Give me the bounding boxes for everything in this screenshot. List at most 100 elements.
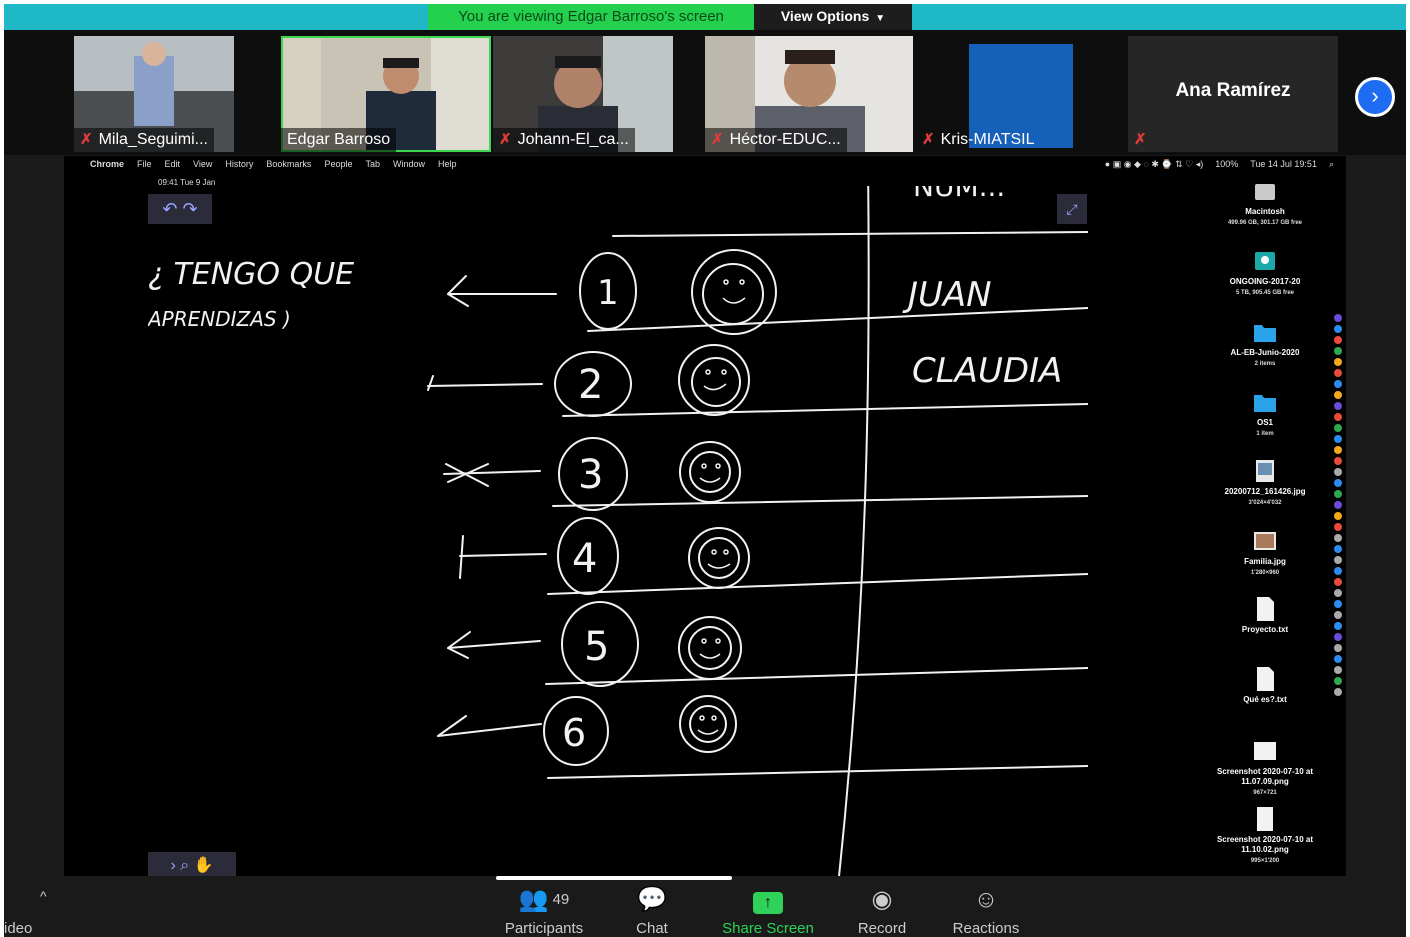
desktop-icon-folder-os1[interactable]: OS1 1 item bbox=[1210, 389, 1320, 439]
mac-menu-bar: Chrome File Edit View History Bookmarks … bbox=[64, 156, 1346, 172]
image-file-icon bbox=[1257, 807, 1273, 831]
participant-name-bar: Edgar Barroso bbox=[281, 128, 397, 152]
desktop-icon-label: Familia.jpg bbox=[1244, 557, 1286, 566]
desktop-icon-info: 1 item bbox=[1256, 431, 1274, 437]
menu-item[interactable]: View bbox=[193, 156, 212, 172]
search-icon[interactable]: ⌕ bbox=[1329, 156, 1334, 172]
desktop-icon-info: 967×721 bbox=[1253, 790, 1277, 796]
chevron-up-icon[interactable]: ^ bbox=[40, 888, 47, 904]
image-file-icon bbox=[1254, 532, 1276, 550]
handwriting-number: 1 bbox=[597, 273, 619, 313]
handwriting-name-claudia: CLAUDIA bbox=[912, 351, 1062, 391]
handwriting-number: 4 bbox=[572, 536, 597, 582]
desktop-icon-info: 995×1'200 bbox=[1250, 858, 1280, 864]
desktop-icon-label: Screenshot 2020-07-10 at 11.07.09.png bbox=[1216, 767, 1314, 786]
mic-muted-icon: ✗ bbox=[711, 131, 724, 148]
reactions-button[interactable]: ☺ Reactions bbox=[948, 886, 1024, 937]
video-tile-johann[interactable]: ✗ Johann-El_ca... bbox=[493, 36, 673, 152]
desktop-icon-proyecto[interactable]: Proyecto.txt bbox=[1210, 596, 1320, 635]
share-screen-label: Share Screen bbox=[722, 920, 814, 937]
video-tile-kris[interactable]: ✗ Kris-MIATSIL bbox=[916, 36, 1126, 152]
desktop-icon-label: 20200712_161426.jpg bbox=[1224, 487, 1306, 496]
text-file-icon bbox=[1257, 597, 1274, 621]
desktop-icon-screenshot-1[interactable]: Screenshot 2020-07-10 at 11.07.09.png 967… bbox=[1210, 738, 1320, 798]
participant-name: Johann-El_ca... bbox=[517, 131, 629, 148]
handwriting-number: 2 bbox=[578, 362, 603, 408]
mic-muted-icon: ✗ bbox=[80, 131, 93, 148]
handwriting-name-juan: JUAN bbox=[902, 275, 992, 315]
desktop-icon-info: 1'280×960 bbox=[1250, 570, 1280, 576]
handwriting-number: 6 bbox=[562, 711, 586, 755]
folder-icon bbox=[1254, 325, 1276, 342]
desktop-icon-folder-al-eb[interactable]: AL-EB-Junio-2020 2 items bbox=[1210, 319, 1320, 369]
folder-icon bbox=[1254, 395, 1276, 412]
mac-status-area: ● ▣ ◉ ◆ ◌ ✱ ⌚ ⇅ ♡ ◂) 100% Tue 14 Jul 19:… bbox=[1105, 156, 1334, 172]
desktop-icon-info: 3'024×4'032 bbox=[1248, 500, 1282, 506]
desktop-icon-label: OS1 bbox=[1256, 418, 1273, 427]
participant-name-bar: ✗ Kris-MIATSIL bbox=[916, 128, 1041, 152]
reactions-label: Reactions bbox=[952, 920, 1020, 937]
shared-screen: Chrome File Edit View History Bookmarks … bbox=[64, 156, 1346, 876]
menu-item[interactable]: Window bbox=[393, 156, 425, 172]
record-label: Record bbox=[857, 920, 907, 937]
menu-item[interactable]: File bbox=[137, 156, 152, 172]
image-file-icon bbox=[1256, 460, 1274, 482]
mic-muted-icon: ✗ bbox=[1134, 131, 1147, 148]
desktop-icon-ongoing[interactable]: ONGOING-2017-20 5 TB, 905.45 GB free bbox=[1210, 248, 1320, 298]
next-page-button[interactable]: › bbox=[1355, 77, 1395, 117]
share-screen-button[interactable]: ↑ Share Screen bbox=[716, 886, 820, 937]
menu-item[interactable]: Bookmarks bbox=[266, 156, 311, 172]
desktop-icon-jpg[interactable]: 20200712_161426.jpg 3'024×4'032 bbox=[1210, 458, 1320, 508]
clock: Tue 14 Jul 19:51 bbox=[1250, 159, 1317, 169]
desktop-icon-label: Qué es?.txt bbox=[1243, 695, 1287, 704]
desktop-icon-info: 5 TB, 905.45 GB free bbox=[1235, 290, 1295, 296]
desktop-icon-label: AL-EB-Junio-2020 bbox=[1230, 348, 1300, 357]
handwriting-layer: ¿ TENGO QUE APRENDIZAS ) NUM... JUAN CLA… bbox=[148, 186, 1088, 876]
participant-name-bar: ✗ Mila_Seguimi... bbox=[74, 128, 214, 152]
video-tile-ana[interactable]: Ana Ramírez ✗ bbox=[1128, 36, 1338, 152]
participants-icon: 👥 49 bbox=[518, 886, 570, 913]
menu-item[interactable]: Chrome bbox=[90, 156, 124, 172]
record-icon: ◉ bbox=[871, 886, 893, 913]
text-file-icon bbox=[1257, 667, 1274, 691]
handwriting-number: 5 bbox=[584, 624, 609, 670]
participant-name: Ana Ramírez bbox=[1175, 80, 1291, 101]
video-tile-hector[interactable]: ✗ Héctor-EDUC... bbox=[705, 36, 913, 152]
chat-button[interactable]: 💬 Chat bbox=[624, 886, 680, 937]
video-tile-mila[interactable]: ✗ Mila_Seguimi... bbox=[74, 36, 234, 152]
video-tile-edgar[interactable]: Edgar Barroso bbox=[281, 36, 491, 152]
whiteboard[interactable]: ↶ ↷ ⤢ › ⌕ ✋ ¿ TENGO QUE APRENDIZAS) NUM… bbox=[148, 186, 1088, 876]
participant-strip: ✗ Mila_Seguimi... Edgar Barroso ✗ Johann-E… bbox=[4, 30, 1406, 155]
top-banner: You are viewing Edgar Barroso's screen V… bbox=[4, 4, 1406, 30]
record-button[interactable]: ◉ Record bbox=[850, 886, 914, 937]
menu-item[interactable]: Tab bbox=[365, 156, 380, 172]
menu-item[interactable]: History bbox=[225, 156, 253, 172]
menu-item[interactable]: People bbox=[324, 156, 352, 172]
participants-label: Participants bbox=[504, 920, 584, 937]
desktop-icon-label: Screenshot 2020-07-10 at 11.10.02.png bbox=[1216, 835, 1314, 854]
zoom-level: 100% bbox=[1215, 159, 1239, 169]
share-screen-icon: ↑ bbox=[716, 886, 820, 914]
chat-label: Chat bbox=[636, 920, 668, 937]
mac-dock[interactable] bbox=[1332, 311, 1344, 731]
image-file-icon bbox=[1254, 742, 1276, 760]
chevron-down-icon: ▼ bbox=[875, 13, 886, 24]
menu-item[interactable]: Help bbox=[438, 156, 457, 172]
handwriting-question-1: ¿ TENGO QUE bbox=[148, 257, 354, 292]
participants-button[interactable]: 👥 49 Participants bbox=[496, 886, 592, 937]
desktop-icon-que-es[interactable]: Qué es?.txt bbox=[1210, 666, 1320, 705]
participant-name: Héctor-EDUC... bbox=[729, 131, 841, 148]
desktop-icon-familia[interactable]: Familia.jpg 1'280×960 bbox=[1210, 528, 1320, 578]
desktop-icon-macintosh[interactable]: Macintosh 499.96 GB, 301.17 GB free bbox=[1210, 178, 1320, 228]
view-options-button[interactable]: View Options ▼ bbox=[754, 4, 912, 30]
participant-name: Edgar Barroso bbox=[287, 131, 391, 148]
menu-item[interactable]: Edit bbox=[165, 156, 181, 172]
chevron-right-icon: › bbox=[1371, 83, 1379, 108]
handwriting-number: 3 bbox=[578, 452, 603, 498]
desktop-icon-screenshot-2[interactable]: Screenshot 2020-07-10 at 11.10.02.png 995… bbox=[1210, 806, 1320, 866]
video-label[interactable]: ideo bbox=[4, 920, 32, 937]
chat-icon: 💬 bbox=[637, 886, 667, 913]
scrollbar[interactable] bbox=[496, 876, 732, 880]
desktop-icon-info: 2 items bbox=[1254, 361, 1276, 367]
view-options-label: View Options bbox=[780, 8, 870, 24]
